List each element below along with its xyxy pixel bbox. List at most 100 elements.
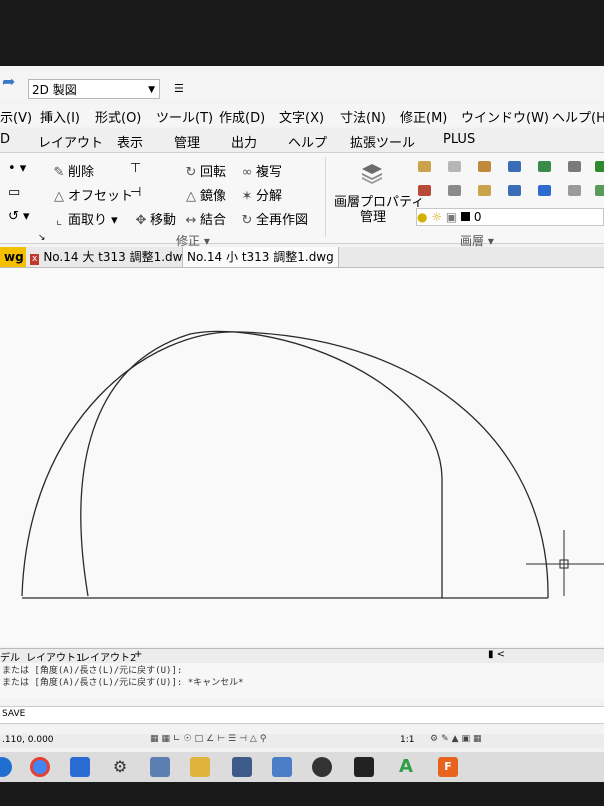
tab-help[interactable]: ヘルプ — [288, 132, 327, 151]
explorer-icon[interactable] — [190, 757, 210, 777]
menu-modify[interactable]: 修正(M) — [400, 107, 447, 126]
panel-launcher-icon[interactable]: ↘ — [38, 233, 46, 243]
chrome-icon[interactable] — [30, 757, 50, 777]
copy-button[interactable]: ∞ 複写 — [240, 161, 282, 180]
offset-button[interactable]: △ オフセット — [52, 185, 133, 204]
layer-freeze-icon[interactable] — [508, 161, 521, 172]
crosshair-cursor — [526, 530, 604, 596]
layer-delete-icon[interactable] — [538, 185, 551, 196]
gear-icon[interactable]: ⚙ — [110, 757, 130, 777]
drafting-app-icon[interactable] — [354, 757, 374, 777]
tab-layout2[interactable]: レイアウト2 — [80, 649, 136, 664]
tab-layout[interactable]: レイアウト — [38, 132, 103, 151]
outer-arch — [21, 331, 549, 599]
layer-color-swatch — [461, 212, 471, 221]
regen-all-button[interactable]: ↻ 全再作図 — [240, 209, 308, 228]
copy-label: 複写 — [256, 165, 283, 180]
customize-qat-icon[interactable]: ☰ — [174, 82, 184, 95]
doc-tab-large-label: No.14 大 t313 調整1.dwg — [43, 250, 191, 264]
fillet-button[interactable]: ⌞ 面取り ▾ — [52, 209, 118, 228]
join-button[interactable]: ↔ 結合 — [184, 209, 226, 228]
doc-tab-small[interactable]: No.14 小 t313 調整1.dwg — [182, 247, 339, 267]
tab-layout1[interactable]: レイアウト1 — [26, 649, 82, 664]
copy-icon: ∞ — [241, 165, 253, 180]
cortana-icon[interactable] — [0, 757, 12, 777]
layers-panel-label: 画層 — [460, 234, 485, 248]
doc-tab-previous[interactable]: wg — [0, 247, 28, 267]
status-tools-icon[interactable]: ⚙✎▲▣▦ — [430, 734, 485, 744]
layer-isolate-icon[interactable] — [478, 161, 491, 172]
trim-icon[interactable]: ⊤ — [130, 161, 141, 176]
tab-model[interactable]: デル — [0, 649, 20, 664]
move-label: 移動 — [150, 213, 177, 228]
tab-output[interactable]: 出力 — [231, 132, 257, 151]
layer-previous-icon[interactable] — [418, 185, 431, 196]
layer-dropdown[interactable]: ● ☼ ▣ 0 — [416, 208, 604, 226]
menu-insert[interactable]: 挿入(I) — [40, 107, 80, 126]
layer-state-icon[interactable] — [418, 161, 431, 172]
rectangle-icon[interactable]: ▭ — [8, 185, 20, 200]
autocad-icon[interactable]: A — [396, 757, 416, 777]
mail-icon[interactable] — [70, 757, 90, 777]
menu-text[interactable]: 文字(X) — [279, 107, 324, 126]
fillet-icon: ⌞ — [55, 213, 63, 228]
layer-properties-icon[interactable] — [360, 161, 382, 184]
foxit-icon[interactable]: F — [438, 757, 458, 777]
hatch-icon[interactable]: ↺ ▾ — [8, 209, 30, 224]
drafting-toggles-icon[interactable]: ▦▦∟☉□∠⊢☰⊣△⚲ — [150, 734, 269, 744]
remote-desktop-icon[interactable] — [232, 757, 252, 777]
menu-dimension[interactable]: 寸法(N) — [340, 107, 386, 126]
menu-format[interactable]: 形式(O) — [95, 107, 141, 126]
horizontal-scrollbar[interactable]: ▮ < — [488, 649, 505, 660]
point-icon[interactable]: • ▾ — [8, 161, 26, 176]
redo-icon[interactable]: ➦ — [2, 72, 15, 91]
calculator-icon[interactable] — [150, 757, 170, 777]
mirror-icon: △ — [186, 189, 196, 204]
tab-extension-tools[interactable]: 拡張ツール — [350, 132, 415, 151]
tab-plus[interactable]: PLUS — [443, 132, 475, 147]
layer-manage-label: 管理 — [360, 210, 387, 225]
document-tabs: wg x No.14 大 t313 調整1.dwg No.14 小 t313 調整… — [0, 247, 604, 268]
move-button[interactable]: ✥ 移動 — [134, 209, 176, 228]
layer-unlock-icon[interactable] — [595, 185, 604, 196]
doc-tab-large[interactable]: x No.14 大 t313 調整1.dwg — [26, 247, 195, 267]
layer-merge-icon[interactable] — [508, 185, 521, 196]
drawing-canvas[interactable] — [0, 268, 604, 646]
mirror-button[interactable]: △ 鏡像 — [184, 185, 226, 204]
tab-manage[interactable]: 管理 — [174, 132, 200, 151]
layer-walk-icon[interactable] — [595, 161, 604, 172]
menu-help[interactable]: ヘルプ(H) — [552, 107, 604, 126]
workspace-select[interactable]: 2D 製図 ▼ — [28, 79, 160, 99]
app-icon[interactable] — [272, 757, 292, 777]
explode-button[interactable]: ✶ 分解 — [240, 185, 282, 204]
fillet-label: 面取り — [68, 213, 108, 228]
explode-icon: ✶ — [241, 189, 253, 204]
media-icon[interactable] — [312, 757, 332, 777]
regen-icon: ↻ — [241, 213, 253, 228]
menu-tools[interactable]: ツール(T) — [156, 107, 213, 126]
tab-3d[interactable]: D — [0, 132, 10, 147]
layer-copy-icon[interactable] — [478, 185, 491, 196]
rotate-icon: ↻ — [185, 165, 197, 180]
tab-view[interactable]: 表示 — [117, 132, 143, 151]
move-icon: ✥ — [135, 213, 147, 228]
extend-icon[interactable]: ⊣ — [130, 185, 141, 200]
annotation-scale[interactable]: 1:1 — [400, 735, 414, 745]
menu-draw[interactable]: 作成(D) — [219, 107, 265, 126]
rotate-button[interactable]: ↻ 回転 — [184, 161, 226, 180]
layer-change-icon[interactable] — [448, 185, 461, 196]
layer-match-icon[interactable] — [568, 161, 581, 172]
close-icon[interactable]: x — [30, 254, 40, 265]
menu-view[interactable]: 示(V) — [0, 107, 32, 126]
erase-label: 削除 — [68, 165, 95, 180]
lock-icon: ▣ — [445, 210, 458, 224]
command-input[interactable]: SAVE — [0, 706, 604, 724]
menu-window[interactable]: ウインドウ(W) — [461, 107, 549, 126]
erase-button[interactable]: ✎ 削除 — [52, 161, 94, 180]
join-icon: ↔ — [185, 213, 197, 228]
modify-panel-label: 修正 — [176, 234, 201, 248]
tab-add-layout[interactable]: + — [134, 649, 142, 660]
layer-off-icon[interactable] — [448, 161, 461, 172]
layer-lock-icon[interactable] — [538, 161, 551, 172]
layer-thaw-icon[interactable] — [568, 185, 581, 196]
